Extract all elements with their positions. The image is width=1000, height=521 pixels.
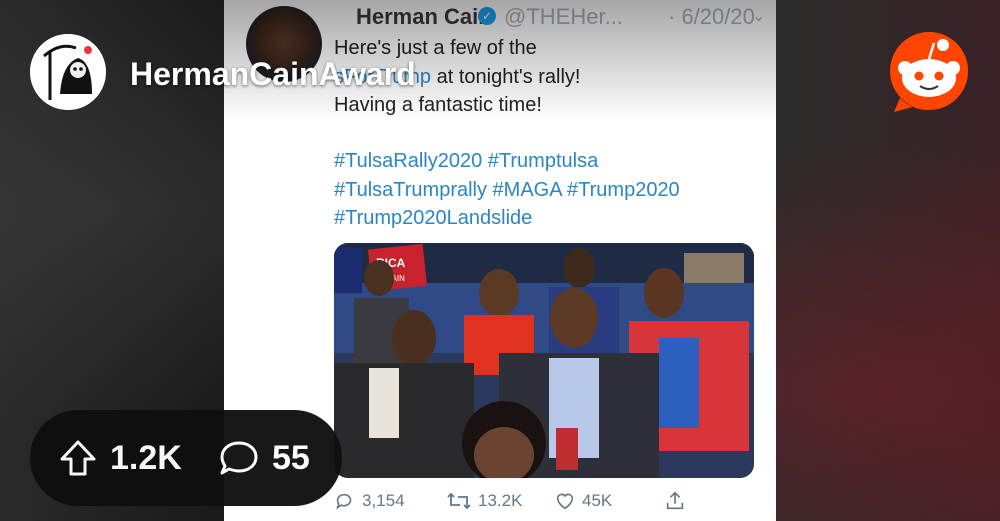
- share-icon: [666, 491, 684, 510]
- grim-reaper-icon: [30, 34, 106, 110]
- retweet-count: 13.2K: [478, 491, 523, 510]
- retweet-action[interactable]: 13.2K: [446, 490, 522, 512]
- upvote-stat[interactable]: 1.2K: [58, 410, 182, 506]
- tweet-hashtags: #TulsaRally2020 #Trumptulsa #TulsaTrumpr…: [334, 147, 764, 233]
- comment-bubble-icon: [220, 441, 258, 475]
- rally-photo-illustration: RICA AGAIN: [334, 243, 754, 478]
- like-action[interactable]: 45K: [554, 490, 612, 512]
- upvote-arrow-icon: [60, 440, 96, 476]
- comment-stat[interactable]: 55: [218, 410, 310, 506]
- reddit-logo[interactable]: [886, 28, 972, 114]
- tweet-text-line: Having a fantastic time!: [334, 94, 542, 116]
- author-handle: @THEHer...: [504, 4, 623, 29]
- upvote-count: 1.2K: [110, 438, 182, 477]
- share-action[interactable]: [664, 490, 686, 512]
- reply-action[interactable]: 3,154: [334, 490, 405, 512]
- post-stats-pill: 1.2K 55: [30, 410, 342, 506]
- tweet-photo: RICA AGAIN: [334, 243, 754, 478]
- hashtag-line: #TulsaRally2020 #Trumptulsa: [334, 150, 599, 172]
- heart-icon: [556, 493, 574, 510]
- verified-badge-icon: ✓: [478, 7, 496, 25]
- author-name: Herman Cain: [356, 4, 492, 29]
- reply-count: 3,154: [362, 491, 405, 510]
- comment-count: 55: [272, 438, 310, 477]
- tweet-action-bar: 3,154 13.2K 45K: [334, 490, 764, 518]
- retweet-icon: [447, 492, 471, 510]
- reddit-snoo-icon: [890, 32, 968, 112]
- hashtag-line: #Trump2020Landslide: [334, 207, 533, 229]
- subreddit-icon[interactable]: [30, 34, 106, 110]
- reply-icon: [336, 493, 352, 510]
- like-count: 45K: [582, 491, 613, 510]
- hashtag-line: #TulsaTrumprally #MAGA #Trump2020: [334, 178, 680, 201]
- subreddit-name[interactable]: HermanCainAward: [130, 56, 416, 93]
- chevron-down-icon: ⌄: [752, 8, 766, 25]
- tweet-date: · 6/20/20: [668, 4, 755, 29]
